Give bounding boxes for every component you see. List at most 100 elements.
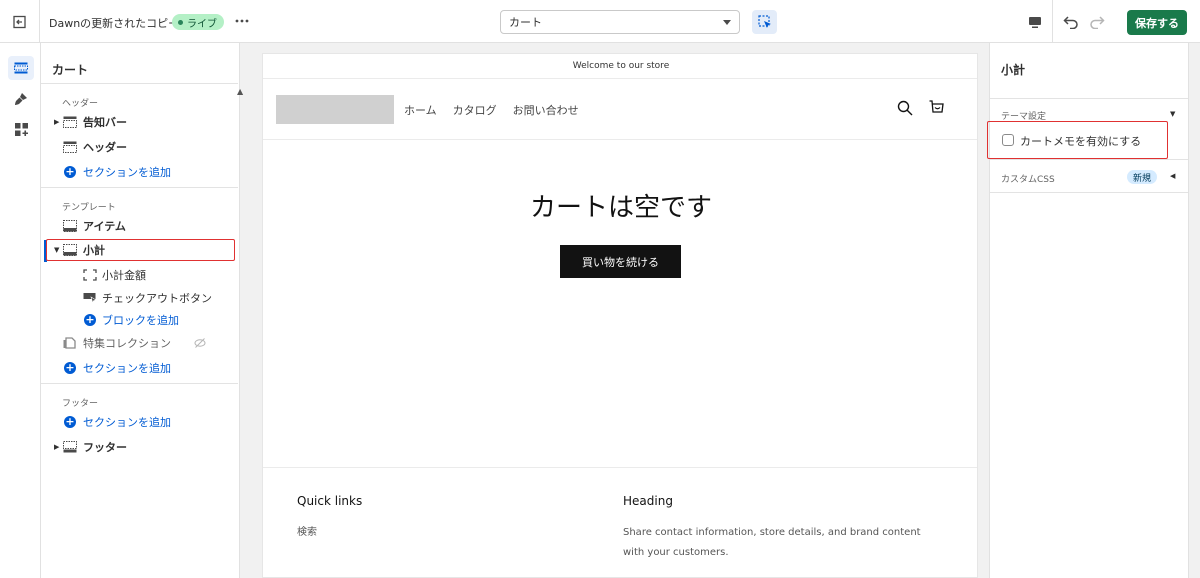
redo-button[interactable] (1086, 10, 1108, 34)
header-group-label: ヘッダー (62, 99, 99, 109)
footer-text-line: Share contact information, store details… (623, 527, 921, 538)
announcement-bar[interactable]: Welcome to our store (263, 54, 977, 79)
cart-note-setting[interactable]: カートメモを有効にする (987, 121, 1168, 159)
section-label: 特集コレクション (83, 337, 171, 350)
nav-link-contact[interactable]: お問い合わせ (513, 102, 579, 118)
chevron-down-icon (723, 19, 731, 25)
plus-circle-icon: + (64, 361, 76, 374)
new-badge: 新規 (1127, 170, 1158, 184)
footer-heading: Heading (623, 494, 673, 508)
inspector-toggle-button[interactable] (752, 10, 777, 34)
section-icon (63, 244, 77, 256)
block-checkout-button[interactable]: チェックアウトボタン (41, 287, 237, 309)
block-frame-icon (83, 269, 97, 281)
divider (990, 192, 1189, 193)
header-divider (263, 139, 977, 140)
continue-shopping-button[interactable]: 買い物を続ける (560, 245, 681, 278)
divider (41, 83, 238, 84)
live-badge-label: ライブ (187, 18, 217, 30)
caret-right-icon[interactable]: ▶ (54, 118, 59, 126)
add-section-footer-link[interactable]: + セクションを追加 (41, 411, 237, 433)
store-logo-placeholder[interactable] (276, 95, 394, 124)
theme-settings-nav-button[interactable] (8, 87, 34, 111)
add-section-label: セクションを追加 (83, 166, 171, 179)
cart-note-checkbox[interactable] (1002, 134, 1014, 146)
device-preview-button[interactable] (1022, 10, 1048, 34)
redo-icon (1090, 16, 1105, 29)
block-subtotal-price[interactable]: 小計金額 (41, 264, 237, 286)
panel-title: 小計 (1001, 63, 1026, 77)
exit-icon (12, 15, 26, 28)
page-select-value: カート (509, 16, 542, 29)
panel-scrollbar[interactable] (1188, 43, 1200, 578)
add-block-link[interactable]: + ブロックを追加 (41, 309, 237, 331)
section-items[interactable]: アイテム (41, 215, 237, 237)
divider (990, 98, 1189, 99)
top-bar: Dawnの更新されたコピー ライブ カート 保存する (0, 0, 1200, 43)
cart-note-label[interactable]: カートメモを有効にする (1020, 133, 1141, 149)
undo-button[interactable] (1060, 10, 1082, 34)
chevron-left-icon[interactable]: ◀ (1170, 172, 1175, 180)
store-preview: Welcome to our store ホーム カタログ お問い合わせ カート… (262, 53, 978, 578)
search-icon[interactable] (897, 100, 913, 116)
page-template-select[interactable]: カート (500, 10, 740, 34)
block-label: 小計金額 (102, 269, 146, 282)
section-icon (63, 220, 77, 232)
plus-circle-icon: + (64, 165, 76, 178)
sections-sidebar: カート ▲ ヘッダー ▶ 告知バー ヘッダー + セクションを追加 テンプレート… (41, 43, 243, 578)
footer-text-line: with your customers. (623, 547, 729, 558)
collection-tag-icon (63, 337, 76, 349)
add-section-template-link[interactable]: + セクションを追加 (41, 357, 237, 379)
nav-link-home[interactable]: ホーム (404, 102, 437, 118)
icon-rail (0, 43, 41, 578)
section-featured-collection[interactable]: 特集コレクション (41, 332, 237, 354)
custom-css-label[interactable]: カスタムCSS (1001, 172, 1055, 185)
chevron-down-icon[interactable]: ▼ (1170, 110, 1175, 118)
toolbar-divider (1052, 0, 1053, 43)
nav-link-catalog[interactable]: カタログ (453, 102, 497, 118)
section-footer[interactable]: ▶ フッター (41, 436, 237, 458)
empty-cart-title: カートは空です (529, 193, 712, 223)
apps-grid-icon (14, 122, 28, 136)
eye-hidden-icon[interactable] (194, 337, 206, 349)
desktop-icon (1029, 16, 1041, 28)
section-header[interactable]: ヘッダー (41, 136, 237, 158)
caret-right-icon[interactable]: ▶ (54, 443, 59, 451)
sections-icon (14, 62, 28, 74)
section-label: 告知バー (83, 116, 127, 129)
section-settings-panel: 小計 テーマ設定 ▼ カートメモを有効にする カスタムCSS 新規 ◀ (987, 43, 1189, 578)
section-label: フッター (83, 441, 127, 454)
section-icon (63, 116, 77, 128)
paintbrush-icon (15, 93, 27, 105)
footer-link-search[interactable]: 検索 (297, 523, 317, 543)
theme-name: Dawnの更新されたコピー (49, 17, 180, 30)
footer-group-label: フッター (62, 399, 99, 409)
live-status-badge: ライブ (172, 14, 224, 30)
caret-down-icon[interactable]: ▼ (54, 246, 59, 254)
save-button[interactable]: 保存する (1127, 10, 1187, 35)
divider (990, 159, 1189, 160)
section-announcement-bar[interactable]: ▶ 告知バー (41, 111, 237, 133)
section-subtotal[interactable]: ▼ 小計 (46, 239, 235, 261)
footer-quick-links-heading: Quick links (297, 494, 363, 508)
section-label: 小計 (83, 244, 105, 257)
scroll-up-icon[interactable]: ▲ (237, 87, 243, 96)
section-icon (63, 441, 77, 453)
plus-circle-icon: + (64, 415, 76, 428)
add-section-header-link[interactable]: + セクションを追加 (41, 161, 237, 183)
block-label: チェックアウトボタン (102, 292, 212, 305)
store-nav: ホーム カタログ お問い合わせ (404, 102, 579, 118)
sections-nav-button[interactable] (8, 56, 34, 80)
add-block-label: ブロックを追加 (102, 314, 179, 327)
sidebar-title: カート (52, 63, 89, 77)
section-label: アイテム (83, 220, 126, 233)
template-group-label: テンプレート (62, 203, 116, 213)
more-horizontal-icon (235, 19, 249, 23)
more-actions-button[interactable] (233, 12, 251, 30)
section-label: ヘッダー (83, 141, 127, 154)
footer-divider (263, 467, 977, 468)
apps-nav-button[interactable] (8, 117, 34, 141)
cart-icon[interactable] (928, 99, 944, 117)
divider (41, 187, 238, 188)
exit-editor-button[interactable] (0, 0, 40, 43)
